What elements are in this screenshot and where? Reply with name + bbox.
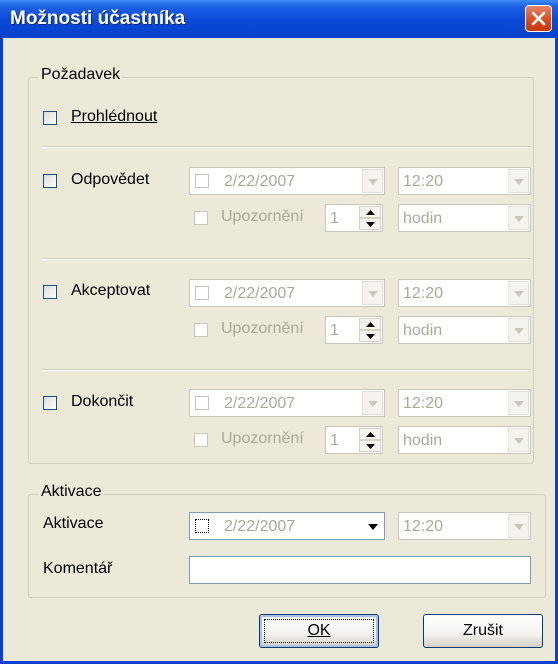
- arrow-down-icon: [366, 222, 375, 227]
- complete-time-picker[interactable]: 12:20: [398, 389, 531, 417]
- accept-unit-dropdown-button[interactable]: [508, 318, 529, 342]
- complete-reminder-unit: hodin: [403, 432, 443, 449]
- close-button[interactable]: [525, 5, 552, 32]
- review-label-text: Prohlédnout: [71, 108, 158, 125]
- activation-date-picker[interactable]: 2/22/2007: [189, 512, 385, 540]
- chevron-down-icon: [368, 179, 378, 185]
- separator: [41, 369, 531, 371]
- complete-checkbox[interactable]: [43, 396, 57, 410]
- cancel-button-label: Zrušit: [463, 622, 503, 639]
- accept-date-value: 2/22/2007: [224, 285, 296, 302]
- arrow-up-icon: [366, 210, 375, 215]
- reply-time-picker[interactable]: 12:20: [398, 167, 531, 195]
- stepper-up-button[interactable]: [359, 428, 381, 440]
- arrow-up-icon: [366, 432, 375, 437]
- reply-reminder-unit: hodin: [403, 210, 443, 227]
- complete-date-dropdown-button[interactable]: [362, 391, 383, 415]
- chevron-down-icon: [514, 328, 524, 334]
- review-label[interactable]: Prohlédnout: [71, 108, 157, 126]
- accept-reminder-unit-select[interactable]: hodin: [398, 316, 531, 344]
- reply-reminder-checkbox[interactable]: [194, 211, 208, 225]
- reply-time-dropdown-button[interactable]: [508, 169, 529, 193]
- separator: [41, 146, 531, 148]
- complete-reminder-stepper[interactable]: 1: [325, 426, 383, 454]
- arrow-down-icon: [366, 334, 375, 339]
- arrow-up-icon: [366, 322, 375, 327]
- chevron-down-icon: [514, 216, 524, 222]
- stepper-down-button[interactable]: [359, 440, 381, 452]
- reply-date-dropdown-button[interactable]: [362, 169, 383, 193]
- reply-date-value: 2/22/2007: [224, 173, 296, 190]
- request-group-legend: Požadavek: [39, 66, 123, 84]
- accept-reminder-unit: hodin: [403, 322, 443, 339]
- close-icon: [531, 11, 546, 26]
- accept-time-dropdown-button[interactable]: [508, 281, 529, 305]
- accept-reminder-stepper[interactable]: 1: [325, 316, 383, 344]
- reply-reminder-stepper[interactable]: 1: [325, 204, 383, 232]
- accept-reminder-label: Upozornění: [221, 320, 304, 337]
- review-checkbox[interactable]: [43, 111, 57, 125]
- cancel-button[interactable]: Zrušit: [423, 614, 543, 648]
- reply-time-value: 12:20: [403, 173, 444, 190]
- activation-date-dropdown-button[interactable]: [362, 514, 383, 538]
- complete-label[interactable]: Dokončit: [71, 393, 133, 411]
- activation-time-value: 12:20: [403, 518, 444, 535]
- stepper-down-button[interactable]: [359, 330, 381, 342]
- reply-reminder-unit-select[interactable]: hodin: [398, 204, 531, 232]
- chevron-down-icon: [514, 524, 524, 530]
- complete-reminder-unit-select[interactable]: hodin: [398, 426, 531, 454]
- complete-time-value: 12:20: [403, 395, 444, 412]
- window-title: Možnosti účastníka: [10, 8, 186, 29]
- chevron-down-icon: [368, 401, 378, 407]
- activation-time-picker[interactable]: 12:20: [398, 512, 531, 540]
- comment-field[interactable]: [189, 556, 531, 584]
- accept-date-checkbox[interactable]: [195, 286, 209, 300]
- chevron-down-icon: [514, 438, 524, 444]
- arrow-down-icon: [366, 444, 375, 449]
- focus-rectangle: [264, 619, 374, 643]
- stepper-up-button[interactable]: [359, 318, 381, 330]
- reply-date-checkbox[interactable]: [195, 174, 209, 188]
- chevron-down-icon: [368, 524, 378, 530]
- accept-reminder-value: 1: [330, 322, 339, 339]
- ok-button[interactable]: OK: [259, 614, 379, 648]
- activation-time-dropdown-button[interactable]: [508, 514, 529, 538]
- complete-date-picker[interactable]: 2/22/2007: [189, 389, 385, 417]
- activation-date-value: 2/22/2007: [224, 518, 296, 535]
- chevron-down-icon: [368, 291, 378, 297]
- reply-checkbox[interactable]: [43, 174, 57, 188]
- title-bar[interactable]: Možnosti účastníka: [0, 0, 558, 38]
- accept-date-picker[interactable]: 2/22/2007: [189, 279, 385, 307]
- complete-time-dropdown-button[interactable]: [508, 391, 529, 415]
- accept-time-value: 12:20: [403, 285, 444, 302]
- complete-unit-dropdown-button[interactable]: [508, 428, 529, 452]
- dialog-window: Možnosti účastníka Požadavek Prohlédnout…: [0, 0, 558, 664]
- complete-reminder-value: 1: [330, 432, 339, 449]
- chevron-down-icon: [514, 291, 524, 297]
- accept-date-dropdown-button[interactable]: [362, 281, 383, 305]
- comment-label: Komentář: [43, 560, 113, 577]
- reply-reminder-value: 1: [330, 210, 339, 227]
- reply-reminder-label: Upozornění: [221, 208, 304, 225]
- chevron-down-icon: [514, 401, 524, 407]
- complete-date-value: 2/22/2007: [224, 395, 296, 412]
- complete-date-checkbox[interactable]: [195, 396, 209, 410]
- accept-reminder-checkbox[interactable]: [194, 323, 208, 337]
- chevron-down-icon: [514, 179, 524, 185]
- reply-label[interactable]: Odpovědet: [71, 171, 149, 189]
- accept-label[interactable]: Akceptovat: [71, 282, 150, 300]
- activation-label: Aktivace: [43, 515, 104, 532]
- complete-reminder-label: Upozornění: [221, 430, 304, 447]
- activation-date-checkbox[interactable]: [195, 519, 209, 533]
- accept-checkbox[interactable]: [43, 285, 57, 299]
- activation-group-legend: Aktivace: [39, 483, 104, 501]
- reply-date-picker[interactable]: 2/22/2007: [189, 167, 385, 195]
- stepper-up-button[interactable]: [359, 206, 381, 218]
- complete-reminder-checkbox[interactable]: [194, 433, 208, 447]
- accept-time-picker[interactable]: 12:20: [398, 279, 531, 307]
- stepper-down-button[interactable]: [359, 218, 381, 230]
- separator: [41, 258, 531, 260]
- reply-unit-dropdown-button[interactable]: [508, 206, 529, 230]
